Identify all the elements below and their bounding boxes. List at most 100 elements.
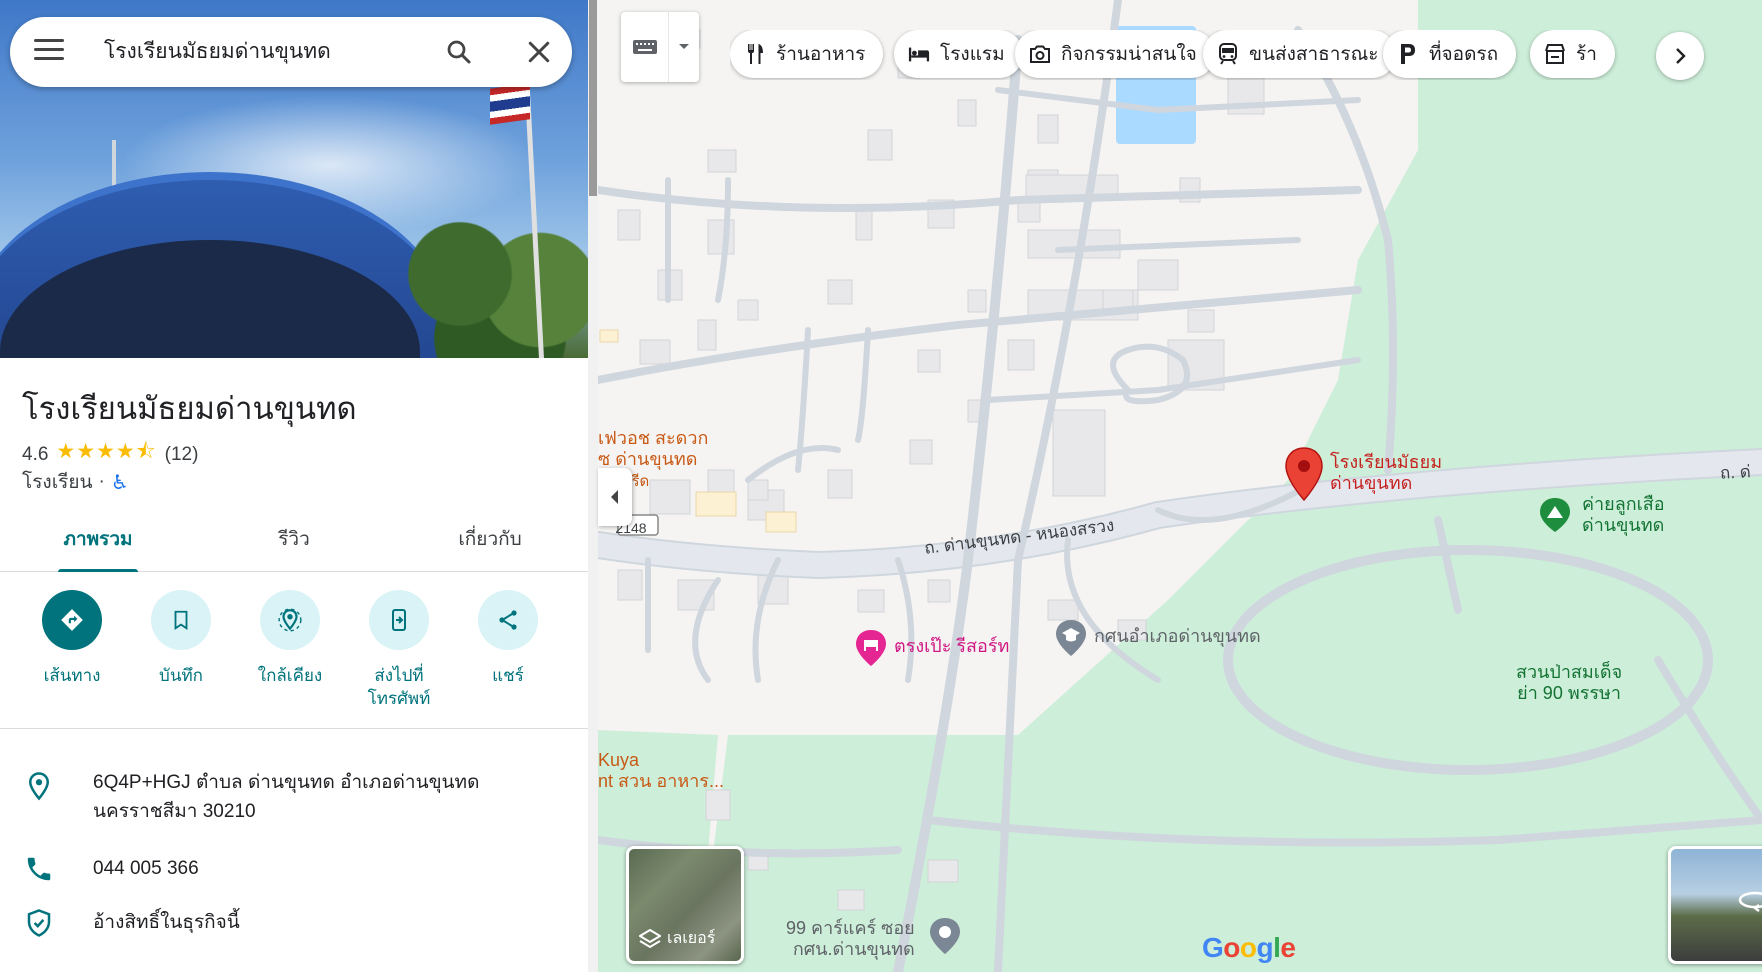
search-icon[interactable]	[444, 37, 474, 67]
camp-map-label[interactable]: ค่ายลูกเสือ ด่านขุนทด	[1582, 494, 1665, 536]
share-button[interactable]: แชร์	[453, 590, 563, 687]
chip-transit-label: ขนส่งสาธารณะ	[1249, 44, 1379, 65]
hotel-pin-icon[interactable]	[854, 628, 888, 668]
chip-restaurants[interactable]: ร้านอาหาร	[730, 30, 884, 78]
chevron-right-icon	[1676, 48, 1686, 64]
place-panel: โรงเรียนมัธยมด่านขุนทด 4.6 ★★★★⯪ (12) โร…	[0, 0, 588, 972]
chip-restaurants-label: ร้านอาหาร	[776, 44, 866, 65]
kuya-label-line2: nt สวน อาหาร...	[598, 771, 724, 791]
panel-scrollbar[interactable]	[588, 0, 598, 972]
parking-icon	[1397, 43, 1419, 65]
save-button[interactable]: บันทึก	[126, 590, 236, 687]
chip-attractions-label: กิจกรรมน่าสนใจ	[1061, 44, 1197, 65]
divider	[0, 728, 588, 729]
bookmark-icon	[151, 590, 211, 650]
chip-parking[interactable]: ที่จอดรถ	[1383, 30, 1517, 78]
kuya-label-line1: Kuya	[598, 750, 640, 770]
chip-transit[interactable]: ขนส่งสาธารณะ	[1203, 30, 1397, 78]
kshn-map-label[interactable]: กศนอำเภอด่านขุนทด	[1094, 626, 1261, 647]
chip-shopping-label: ร้า	[1576, 44, 1597, 65]
address-line2: นครราชสีมา 30210	[93, 801, 256, 822]
send-to-phone-button[interactable]: ส่งไปที่โทรศัพท์	[344, 590, 454, 710]
campground-icon[interactable]	[1538, 496, 1572, 534]
chips-next-button[interactable]	[1656, 32, 1704, 80]
phone-icon	[24, 854, 54, 884]
park-map-label[interactable]: สวนป่าสมเด็จ ย่า 90 พรรษา	[1516, 662, 1622, 704]
send-label-line2: โทรศัพท์	[367, 689, 431, 708]
park-label-line2: ย่า 90 พรรษา	[1517, 683, 1622, 703]
carcare-map-label[interactable]: 99 คาร์แคร์ ซอย กศน.ด่านขุนทด	[786, 918, 915, 960]
input-tools	[621, 12, 699, 82]
tab-reviews[interactable]: รีวิว	[196, 508, 392, 571]
review-count[interactable]: (12)	[165, 444, 199, 466]
camera-icon	[1029, 43, 1051, 65]
chip-shopping[interactable]: ร้า	[1530, 30, 1615, 78]
kuya-label[interactable]: Kuya nt สวน อาหาร...	[598, 750, 724, 792]
map-canvas[interactable]: 2148 ถ. ด่านขุนทด - หนองสรวง ถ. ด่ เฟวอช…	[598, 0, 1762, 972]
caret-down-icon	[679, 44, 689, 49]
map-base	[598, 0, 1762, 972]
layers-icon	[639, 928, 661, 948]
close-icon[interactable]	[524, 37, 554, 67]
school-map-label[interactable]: โรงเรียนมัธยม ด่านขุนทด	[1330, 452, 1442, 494]
school-cap-pin-icon[interactable]	[1054, 618, 1088, 658]
rating-value: 4.6	[22, 443, 49, 465]
collapse-panel-button[interactable]	[598, 468, 632, 526]
directions-label: เส้นทาง	[43, 666, 101, 685]
input-tools-dropdown[interactable]	[669, 12, 699, 82]
menu-icon[interactable]	[34, 39, 64, 65]
carcare-pin-icon[interactable]	[928, 916, 962, 956]
carcare-label-line1: 99 คาร์แคร์ ซอย	[786, 918, 915, 938]
photo-trees	[400, 210, 588, 358]
shop-label-line1: เฟวอช สะดวก	[598, 428, 709, 448]
hotel-icon	[908, 43, 930, 65]
school-label-line2: ด่านขุนทด	[1330, 473, 1413, 493]
directions-icon	[42, 590, 102, 650]
carcare-label-line2: กศน.ด่านขุนทด	[792, 939, 915, 959]
category-separator: ·	[98, 471, 105, 492]
place-title: โรงเรียนมัธยมด่านขุนทด	[22, 391, 357, 426]
photo-flag	[490, 83, 530, 125]
search-box: โรงเรียนมัธยมด่านขุนทด	[10, 17, 572, 87]
nearby-button[interactable]: ใกล้เคียง	[235, 590, 345, 687]
directions-button[interactable]: เส้นทาง	[17, 590, 127, 687]
tab-overview[interactable]: ภาพรวม	[0, 508, 196, 572]
category-row: โรงเรียน · ♿	[22, 467, 129, 497]
selected-place-pin-icon[interactable]	[1284, 446, 1324, 502]
verified-shield-icon	[24, 908, 54, 938]
transit-icon	[1217, 43, 1239, 65]
school-label-line1: โรงเรียนมัธยม	[1330, 452, 1443, 472]
chip-hotels[interactable]: โรงแรม	[894, 30, 1023, 78]
road-label-right: ถ. ด่	[1719, 462, 1752, 483]
chip-hotels-label: โรงแรม	[940, 44, 1005, 65]
layers-button[interactable]: เลเยอร์	[626, 846, 744, 964]
keyboard-icon[interactable]	[621, 12, 669, 82]
search-input[interactable]: โรงเรียนมัธยมด่านขุนทด	[104, 17, 404, 87]
chip-parking-label: ที่จอดรถ	[1429, 44, 1499, 65]
scrollbar-thumb[interactable]	[589, 0, 597, 196]
layers-label-row: เลเยอร์	[639, 926, 715, 951]
shop-label-line2: ซ ด่านขุนทด	[598, 449, 698, 469]
send-to-phone-icon	[369, 590, 429, 650]
google-logo: Google	[1202, 932, 1296, 963]
tab-about[interactable]: เกี่ยวกับ	[392, 508, 588, 571]
camp-label-line1: ค่ายลูกเสือ	[1582, 494, 1665, 514]
address-text: 6Q4P+HGJ ตำบล ด่านขุนทด อำเภอด่านขุนทด นค…	[93, 768, 479, 826]
save-label: บันทึก	[159, 666, 203, 685]
phone-text: 044 005 366	[93, 858, 199, 879]
share-label: แชร์	[492, 666, 524, 685]
street-view-thumbnail[interactable]	[1668, 846, 1762, 964]
chevron-left-icon	[611, 490, 618, 504]
place-tabs: ภาพรวม รีวิว เกี่ยวกับ	[0, 508, 588, 572]
restaurant-icon	[744, 43, 766, 65]
resort-map-label[interactable]: ตรงเป๊ะ รีสอร์ท	[894, 636, 1009, 657]
share-icon	[478, 590, 538, 650]
nearby-icon	[260, 590, 320, 650]
place-category[interactable]: โรงเรียน	[22, 467, 93, 497]
send-label-line1: ส่งไปที่	[374, 666, 424, 685]
action-buttons: เส้นทาง บันทึก ใกล้เคียง ส่งไปที่โทรศัพท…	[0, 590, 588, 720]
chip-attractions[interactable]: กิจกรรมน่าสนใจ	[1015, 30, 1215, 78]
category-chips: ร้านอาหาร โรงแรม กิจกรรมน่าสนใจ ขนส่งสาธ…	[730, 30, 1710, 80]
claim-business-text: อ้างสิทธิ์ในธุรกิจนี้	[93, 912, 240, 933]
wheelchair-accessible-icon: ♿	[110, 471, 129, 494]
